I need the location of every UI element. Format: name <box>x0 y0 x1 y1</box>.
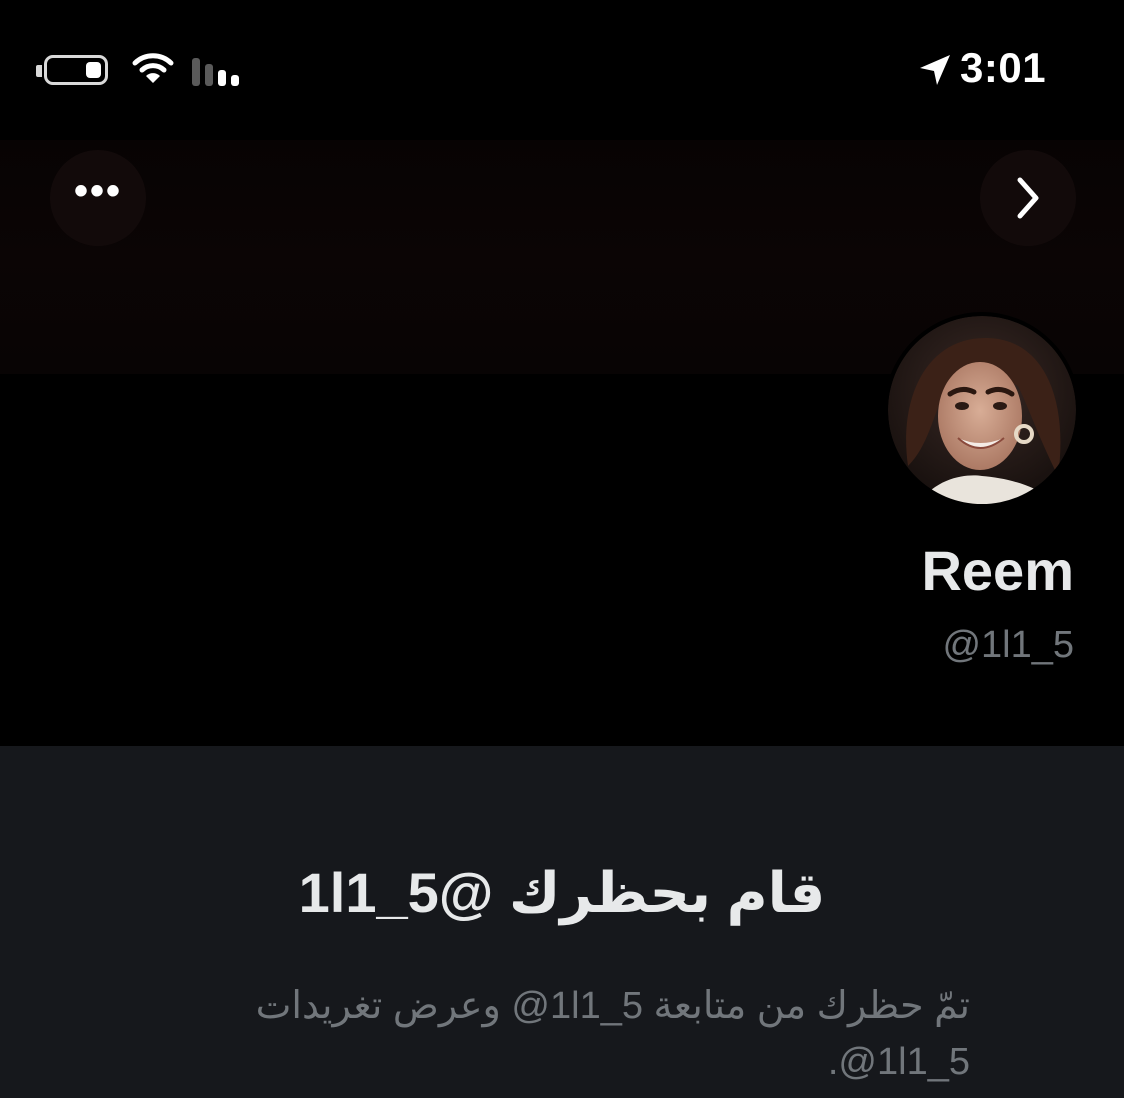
avatar[interactable] <box>884 312 1080 508</box>
chevron-right-icon <box>1017 177 1039 219</box>
more-icon: ••• <box>73 169 122 213</box>
avatar-photo <box>888 316 1076 504</box>
blocked-message: تمّ حظرك من متابعة 1l1_5@ وعرض تغريدات 1… <box>255 985 970 1083</box>
battery-icon <box>44 55 108 85</box>
profile-screen: 3:01 ••• Reem @1l1_5 1l1_5@ قام بحظرك تم… <box>0 0 1124 1098</box>
wifi-icon <box>132 53 174 83</box>
profile-handle: @1l1_5 <box>942 624 1074 666</box>
location-arrow-icon <box>920 55 950 85</box>
battery-level <box>86 62 101 78</box>
forward-button[interactable] <box>980 150 1076 246</box>
more-button[interactable]: ••• <box>50 150 146 246</box>
signal-icon <box>192 58 239 86</box>
blocked-title: 1l1_5@ قام بحظرك <box>298 861 826 924</box>
blocked-notice: 1l1_5@ قام بحظرك تمّ حظرك من متابعة 1l1_… <box>0 746 1124 1098</box>
status-time: 3:01 <box>960 44 1047 91</box>
battery-nub <box>36 65 42 77</box>
display-name: Reem <box>921 539 1074 602</box>
status-bar: 3:01 <box>0 0 1124 140</box>
